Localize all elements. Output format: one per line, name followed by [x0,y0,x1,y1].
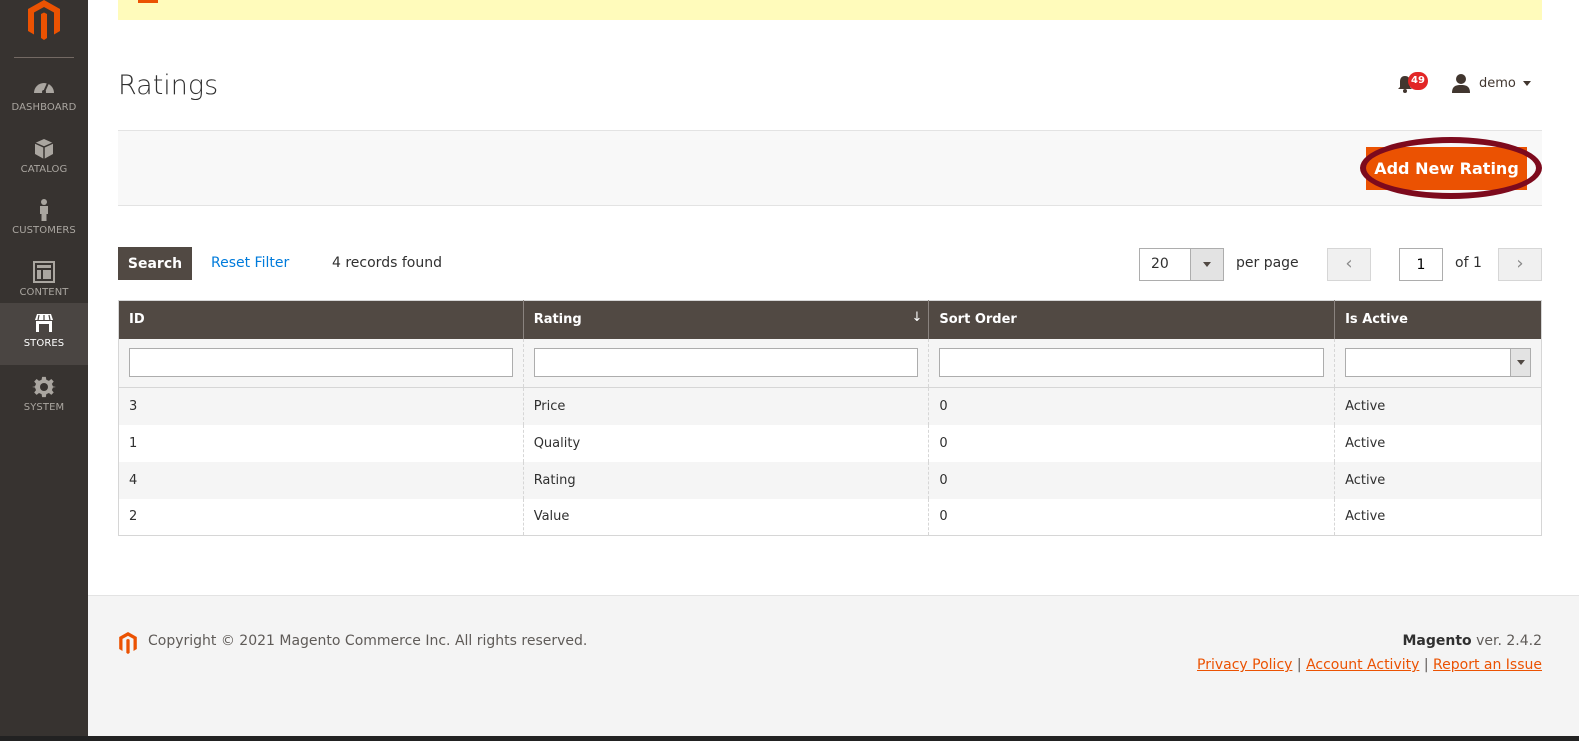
cell-id: 2 [118,498,524,536]
cell-rating: Quality [523,424,930,462]
current-page-input[interactable] [1399,248,1443,281]
sidebar-item-system[interactable]: SYSTEM [0,375,88,437]
filter-is-active-select[interactable] [1345,348,1531,378]
column-label: Is Active [1345,312,1408,328]
version-info: Magento ver. 2.4.2 [1402,633,1542,649]
sidebar-item-label: DASHBOARD [11,102,77,113]
filter-sort-order-input[interactable] [939,348,1325,378]
logo-divider [14,57,74,58]
chevron-down-icon [1522,80,1531,86]
total-pages-label: of 1 [1455,255,1482,271]
chevron-right-icon: › [1516,253,1524,274]
cell-id: 1 [118,424,524,462]
sidebar-item-catalog[interactable]: CATALOG [0,129,88,191]
column-label: ID [129,312,145,328]
column-header-rating[interactable]: Rating ↓ [523,300,930,339]
magento-logo-icon[interactable] [26,0,62,40]
cell-is-active: Active [1334,424,1542,462]
sidebar-item-label: SYSTEM [23,402,65,413]
magento-logo-icon [119,632,137,654]
table-row[interactable]: 1 Quality 0 Active [118,424,1542,462]
chevron-left-icon: ‹ [1345,253,1353,274]
user-icon [1452,74,1470,93]
sort-arrow-down-icon: ↓ [911,310,923,325]
cell-sort-order: 0 [928,424,1336,462]
cell-is-active: Active [1334,461,1542,499]
reset-filter-link[interactable]: Reset Filter [211,255,289,271]
cell-rating: Value [523,498,930,536]
brand-name: Magento [1402,633,1472,649]
sidebar-item-dashboard[interactable]: DASHBOARD [0,67,88,129]
link-separator: | [1292,657,1307,673]
cell-is-active: Active [1334,498,1542,536]
page-footer: Copyright © 2021 Magento Commerce Inc. A… [88,595,1579,736]
sidebar-item-label: CONTENT [19,287,69,298]
cell-sort-order: 0 [928,461,1336,499]
filter-cell [1334,338,1542,388]
cell-rating: Price [523,387,930,425]
column-header-id[interactable]: ID [118,300,524,339]
privacy-policy-link[interactable]: Privacy Policy [1197,657,1292,673]
add-new-rating-button[interactable]: Add New Rating [1366,147,1527,190]
cell-id: 3 [118,387,524,425]
store-icon [35,314,53,332]
filter-cell [118,338,524,388]
cell-rating: Rating [523,461,930,499]
chevron-down-icon[interactable] [1190,249,1223,280]
ratings-grid: ID Rating ↓ Sort Order Is Active 3 Price … [118,300,1542,536]
column-header-sort-order[interactable]: Sort Order [928,300,1336,339]
dashboard-icon [34,82,54,94]
account-activity-link[interactable]: Account Activity [1306,657,1419,673]
sidebar-item-label: CATALOG [20,164,68,175]
previous-page-button[interactable]: ‹ [1327,248,1371,281]
records-found-count: 4 records found [332,255,442,271]
system-message-banner [118,0,1542,20]
sidebar-item-stores[interactable]: STORES [0,303,88,365]
search-button[interactable]: Search [118,247,192,280]
filter-cell [928,338,1336,388]
cell-sort-order: 0 [928,387,1336,425]
next-page-button[interactable]: › [1498,248,1542,281]
chevron-down-icon [1510,349,1530,377]
sidebar-item-customers[interactable]: CUSTOMERS [0,190,88,252]
table-row[interactable]: 2 Value 0 Active [118,498,1542,536]
page-title: Ratings [118,70,219,101]
content-layout-icon [33,261,55,283]
filter-cell [523,338,930,388]
per-page-label: per page [1236,255,1299,271]
notifications-count-badge: 49 [1408,72,1428,90]
copyright-text: Copyright © 2021 Magento Commerce Inc. A… [148,633,588,649]
footer-links: Privacy Policy | Account Activity | Repo… [1197,657,1542,673]
table-row[interactable]: 4 Rating 0 Active [118,461,1542,499]
column-label: Rating [533,312,582,328]
cell-is-active: Active [1334,387,1542,425]
gear-icon [32,376,56,398]
link-separator: | [1419,657,1434,673]
column-header-is-active[interactable]: Is Active [1334,300,1542,339]
per-page-value: 20 [1151,256,1169,272]
sidebar: DASHBOARD CATALOG CUSTOMERS CONTENT STOR… [0,0,88,741]
user-account-menu[interactable]: demo [1451,72,1531,94]
report-issue-link[interactable]: Report an Issue [1433,657,1542,673]
sidebar-item-label: STORES [23,338,65,349]
version-number: ver. 2.4.2 [1471,633,1542,649]
table-row[interactable]: 3 Price 0 Active [118,387,1542,425]
catalog-box-icon [34,139,54,159]
page-actions-bar [118,130,1542,206]
column-label: Sort Order [939,312,1017,328]
filter-row [118,338,1542,388]
notifications-button[interactable]: 49 [1397,72,1431,94]
warning-icon [138,0,158,3]
table-header-row: ID Rating ↓ Sort Order Is Active [118,300,1542,339]
username: demo [1479,75,1516,91]
customer-person-icon [40,199,48,221]
cell-id: 4 [118,461,524,499]
cell-sort-order: 0 [928,498,1336,536]
filter-id-input[interactable] [129,348,513,378]
filter-rating-input[interactable] [533,348,919,378]
per-page-select[interactable]: 20 [1139,248,1224,281]
sidebar-item-label: CUSTOMERS [12,225,76,236]
os-taskbar [0,736,1579,741]
